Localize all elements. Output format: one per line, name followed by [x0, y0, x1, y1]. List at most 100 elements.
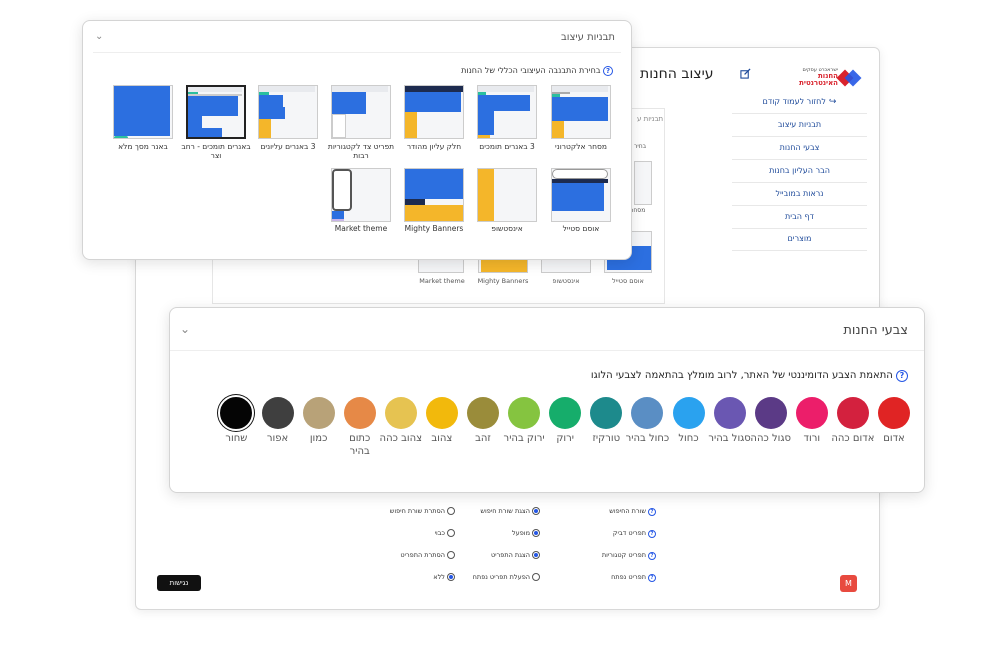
setting-option-text: הסתרת שורת חיפוש	[389, 507, 445, 515]
chevron-down-icon[interactable]: ⌄	[180, 322, 190, 336]
sidebar-item-label: צבעי החנות	[779, 143, 820, 152]
tile-part	[259, 95, 283, 107]
template-tile[interactable]	[331, 168, 391, 222]
color-swatch[interactable]	[549, 397, 582, 429]
template-tile[interactable]	[113, 85, 173, 139]
tile-part	[478, 127, 494, 135]
color-swatch[interactable]	[384, 397, 417, 429]
tile-part	[114, 136, 128, 138]
color-swatch[interactable]	[218, 395, 255, 431]
color-swatch[interactable]	[590, 397, 623, 429]
template-label: 3 באנרים עליונים	[260, 142, 316, 151]
tile-part	[478, 135, 490, 138]
setting-option-text: מופעל	[511, 529, 530, 537]
chevron-down-icon[interactable]: ⌄	[95, 31, 103, 42]
sidebar-item[interactable]: הבר העליון בחנות	[732, 160, 867, 183]
setting-option[interactable]: הסתרת התפריט	[400, 551, 455, 559]
setting-option[interactable]: כבוי	[435, 529, 455, 537]
template-tile[interactable]	[551, 85, 611, 139]
radio-button[interactable]	[532, 507, 540, 515]
color-swatch[interactable]	[754, 397, 787, 429]
colors-subtitle-text: התאמת הצבע הדומיננטי של האתר, לרוב מומלץ…	[590, 370, 893, 381]
tile-part	[552, 121, 564, 131]
help-icon: ?	[648, 574, 656, 582]
template-tile[interactable]	[186, 85, 246, 139]
color-label: זהב	[475, 433, 491, 444]
sidebar-item-label: נראות במובייל	[775, 189, 824, 198]
tile-part	[478, 95, 530, 111]
back-link[interactable]: ↪לחזור לעמוד קודם	[732, 91, 867, 114]
color-label: צהוב	[431, 433, 453, 444]
sidebar-item[interactable]: דף הבית	[732, 206, 867, 229]
color-swatch[interactable]	[672, 397, 705, 429]
color-swatch[interactable]	[836, 397, 869, 429]
sidebar-item[interactable]: מוצרים	[732, 228, 867, 251]
setting-option[interactable]: הסתרת שורת חיפוש	[390, 507, 455, 515]
setting-option[interactable]: ללא	[433, 573, 455, 581]
template-tile[interactable]	[258, 85, 318, 139]
setting-label-text: תפריט קטגוריות	[601, 551, 646, 559]
template-tile[interactable]	[477, 168, 537, 222]
tile-part	[332, 114, 346, 138]
radio-button[interactable]	[447, 551, 455, 559]
radio-button[interactable]	[447, 573, 455, 581]
tile-part	[478, 86, 534, 92]
template-tile[interactable]	[404, 85, 464, 139]
sidebar-item-label: לחזור לעמוד קודם	[762, 97, 826, 106]
sidebar-item[interactable]: נראות במובייל	[732, 183, 867, 206]
color-swatch[interactable]	[302, 397, 335, 429]
colors-title: צבעי החנות	[843, 323, 908, 338]
setting-option-text: הצגת שורת חיפוש	[480, 507, 530, 515]
help-icon: ?	[603, 66, 613, 76]
setting-option-text: הסתרת התפריט	[400, 551, 445, 559]
tile-part	[405, 169, 463, 199]
template-tile[interactable]	[331, 85, 391, 139]
sidebar-item-label: הבר העליון בחנות	[769, 166, 830, 175]
color-swatch[interactable]	[631, 397, 664, 429]
setting-option[interactable]: הצגת התפריט	[491, 551, 540, 559]
color-swatch[interactable]	[343, 397, 376, 429]
template-tile[interactable]	[404, 168, 464, 222]
edit-icon[interactable]	[740, 68, 751, 79]
templates-subtitle-text: בחירת התבנבה העיצובי הכללי של החנות	[461, 66, 601, 75]
color-swatch[interactable]	[261, 397, 294, 429]
template-tile[interactable]	[477, 85, 537, 139]
tile-part	[259, 107, 285, 119]
radio-button[interactable]	[447, 529, 455, 537]
template-label: מסחר אלקטרוני	[555, 142, 607, 151]
radio-button[interactable]	[532, 573, 540, 581]
radio-button[interactable]	[532, 551, 540, 559]
template-tile[interactable]	[551, 168, 611, 222]
color-swatch[interactable]	[467, 397, 499, 429]
sidebar-item[interactable]: צבעי החנות	[732, 137, 867, 160]
color-swatch[interactable]	[713, 397, 746, 429]
sidebar-item[interactable]: תבניות עיצוב	[732, 114, 867, 137]
radio-button[interactable]	[532, 529, 540, 537]
color-swatch[interactable]	[795, 397, 828, 429]
color-label: ירוק בהיר	[503, 433, 545, 444]
colors-subtitle: ? התאמת הצבע הדומיננטי של האתר, לרוב מומ…	[591, 370, 908, 382]
radio-button[interactable]	[447, 507, 455, 515]
color-label: כחול בהיר	[625, 433, 670, 444]
back-arrow-icon: ↪	[828, 97, 837, 107]
sidebar-item-label: תבניות עיצוב	[777, 120, 822, 129]
setting-option[interactable]: הצגת שורת חיפוש	[480, 507, 540, 515]
tile-part	[478, 183, 494, 197]
setting-option[interactable]: מופעל	[512, 529, 540, 537]
color-label: אדום	[883, 433, 905, 444]
setting-label: ?שורת החיפוש	[609, 507, 656, 516]
tile-part	[478, 169, 494, 183]
colors-panel: ⌄ צבעי החנות ? התאמת הצבע הדומיננטי של ה…	[169, 307, 925, 493]
color-label: כחול	[678, 433, 699, 444]
color-swatch[interactable]	[508, 397, 541, 429]
color-label: אפור	[266, 433, 289, 444]
partial-label: מסחר	[630, 207, 646, 214]
color-swatch[interactable]	[425, 397, 458, 429]
color-swatch[interactable]	[878, 397, 910, 429]
setting-label: ?תפריט נפתח	[611, 573, 656, 582]
accessibility-button[interactable]: נגישות	[157, 575, 201, 591]
color-label: אדום כהה	[831, 433, 875, 444]
tile-part	[332, 92, 366, 114]
color-label: שחור	[225, 433, 248, 444]
setting-option[interactable]: הפעלת תפריט נפתח	[473, 573, 540, 581]
